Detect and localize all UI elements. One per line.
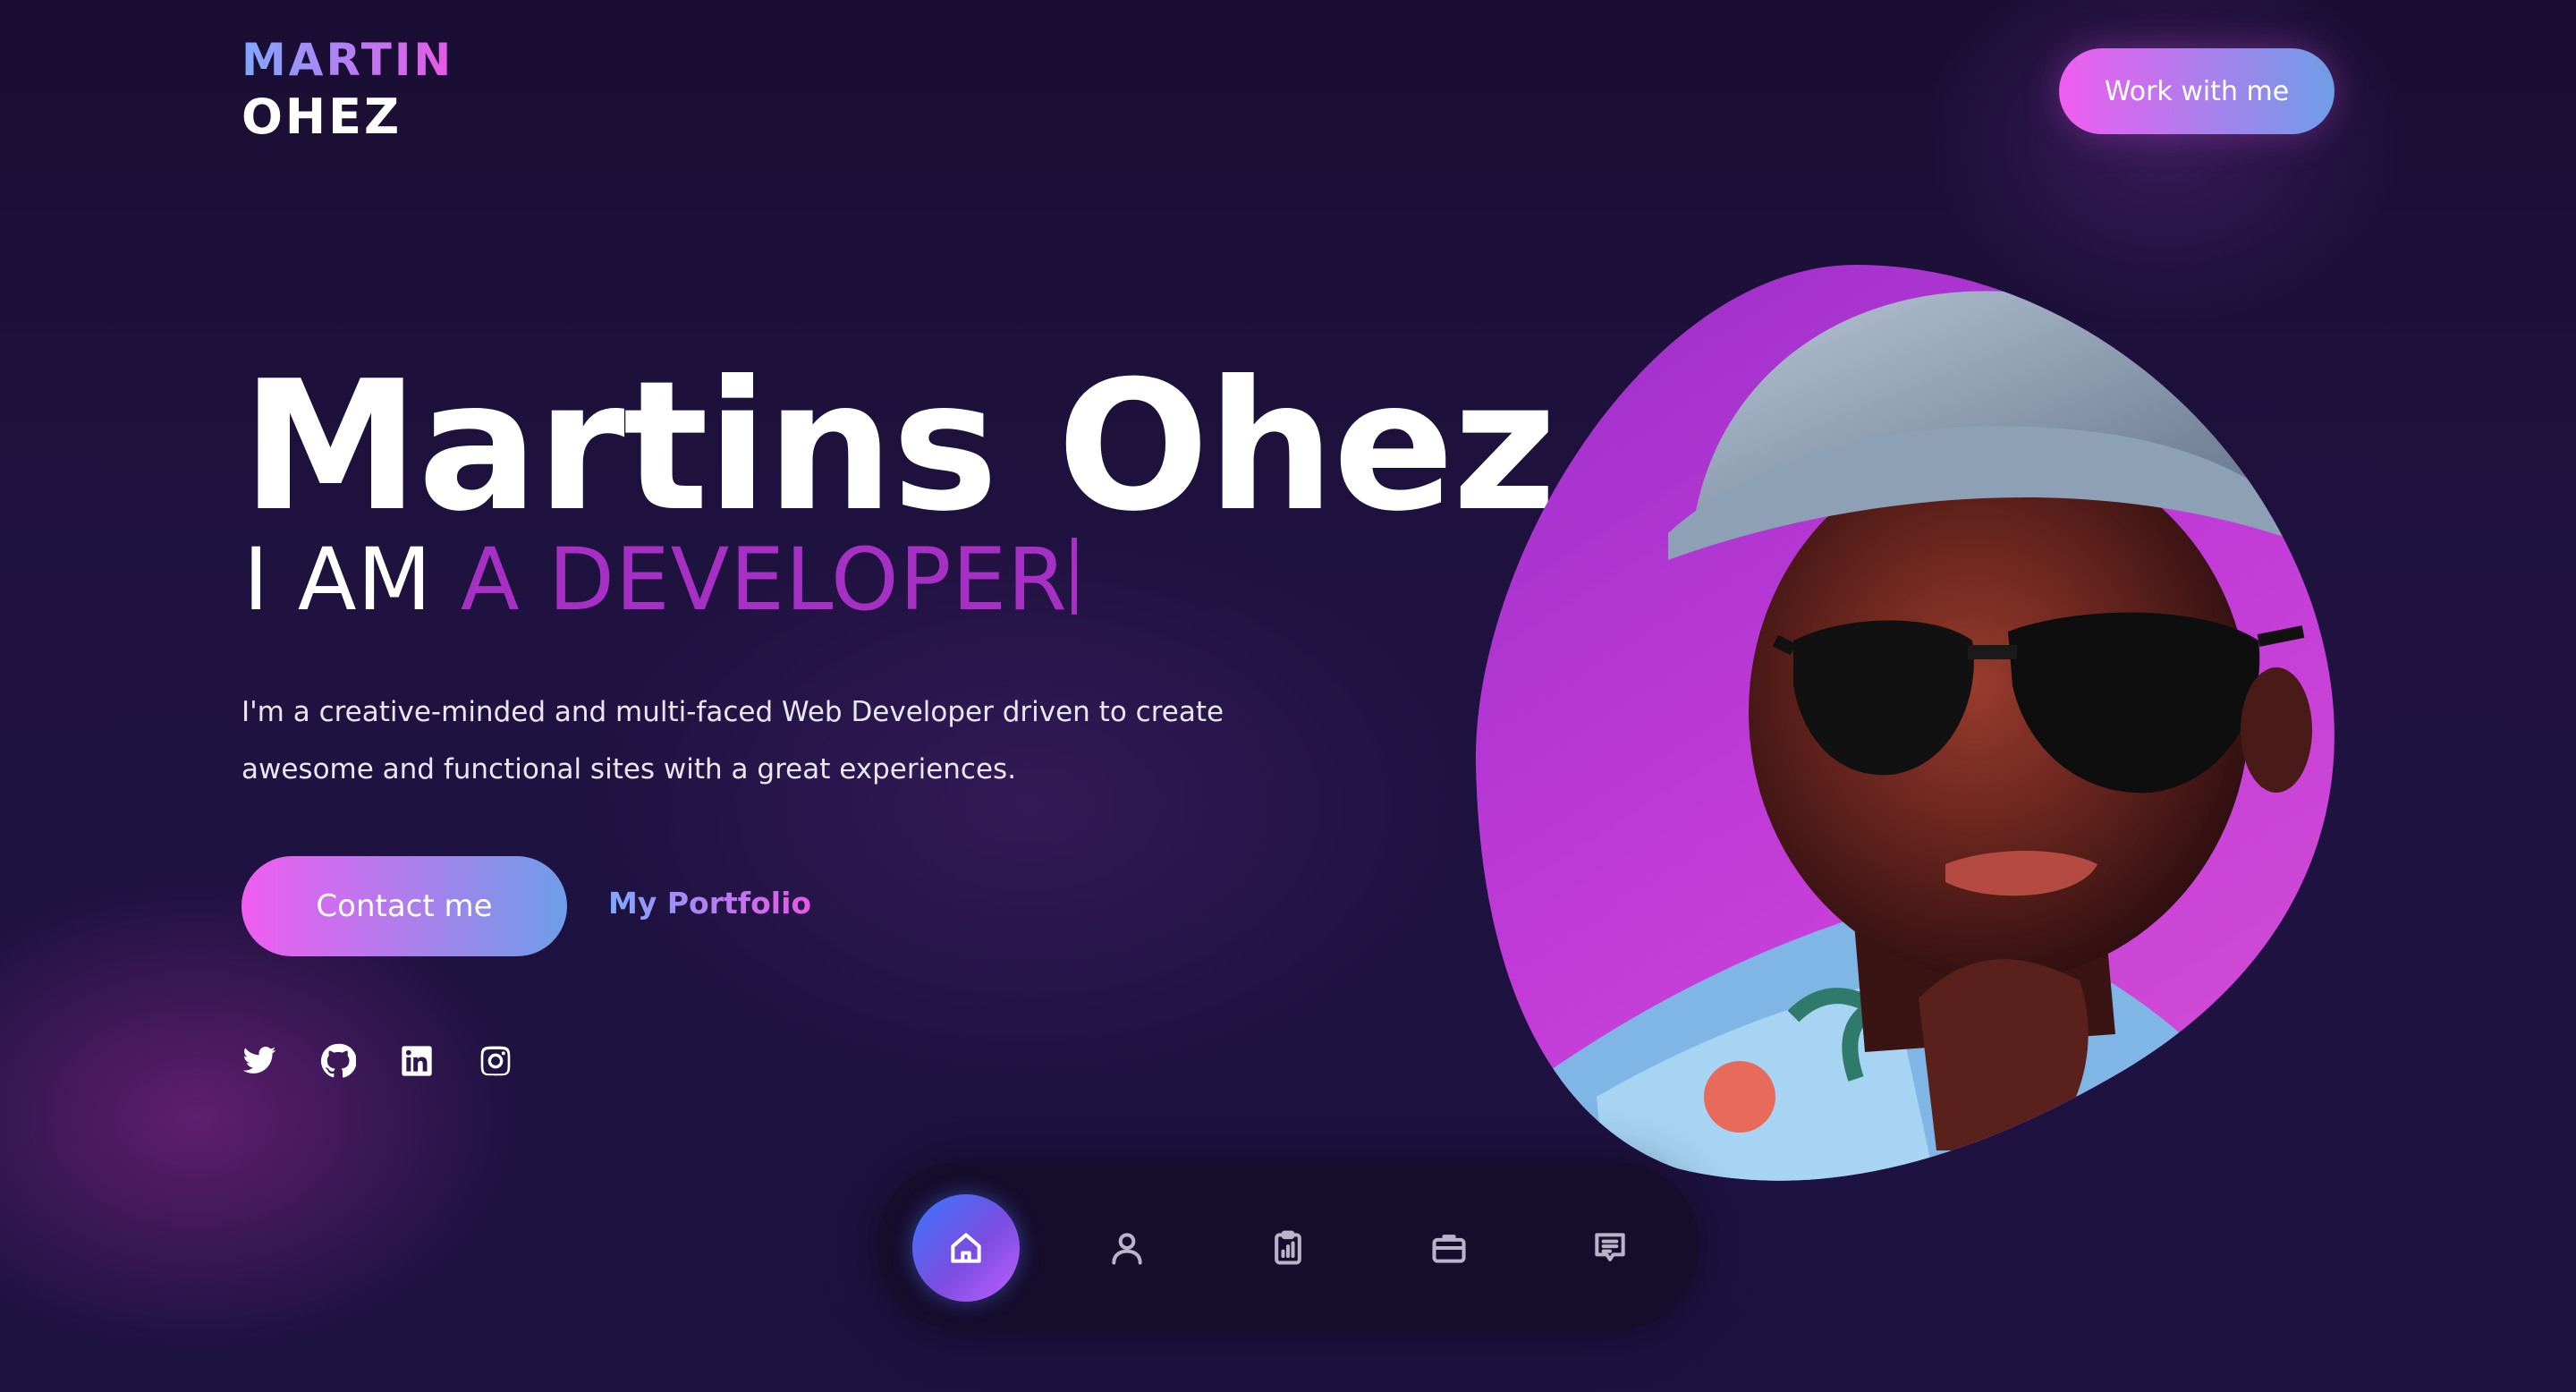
social-links (242, 1043, 513, 1079)
message-icon (1595, 1233, 1625, 1261)
my-portfolio-link[interactable]: My Portfolio (608, 886, 811, 921)
hero-description: I'm a creative-minded and multi-faced We… (242, 683, 1225, 798)
nav-home[interactable] (912, 1194, 1020, 1302)
user-icon (1112, 1233, 1142, 1265)
nav-skills[interactable] (1234, 1194, 1342, 1302)
linkedin-icon[interactable] (399, 1043, 435, 1079)
briefcase-icon (1432, 1235, 1466, 1263)
role-prefix: I AM (243, 530, 433, 630)
nav-contact[interactable] (1556, 1194, 1664, 1302)
hero-name: Martins Ohez (242, 343, 1556, 551)
clipboard-chart-icon (1275, 1230, 1301, 1265)
nav-about[interactable] (1073, 1194, 1181, 1302)
contact-me-button[interactable]: Contact me (242, 856, 567, 956)
logo-line-1: MARTIN (242, 34, 454, 86)
role-typed: A DEVELOPER (460, 530, 1068, 630)
logo-line-2: OHEZ (242, 89, 402, 145)
logo[interactable]: MARTIN OHEZ (242, 38, 453, 141)
twitter-icon[interactable] (242, 1043, 277, 1079)
github-icon[interactable] (320, 1043, 356, 1079)
nav-portfolio[interactable] (1395, 1194, 1503, 1302)
typing-cursor (1071, 538, 1077, 615)
hero-role: I AM A DEVELOPER (243, 537, 1077, 623)
description-line-1: I'm a creative-minded and multi-faced We… (242, 696, 1224, 728)
description-line-2: awesome and functional sites with a grea… (242, 753, 1017, 785)
bottom-nav-dock (877, 1161, 1699, 1331)
work-with-me-button[interactable]: Work with me (2059, 48, 2334, 134)
instagram-icon[interactable] (478, 1043, 513, 1079)
home-icon (951, 1233, 981, 1263)
profile-photo (1471, 265, 2339, 1188)
